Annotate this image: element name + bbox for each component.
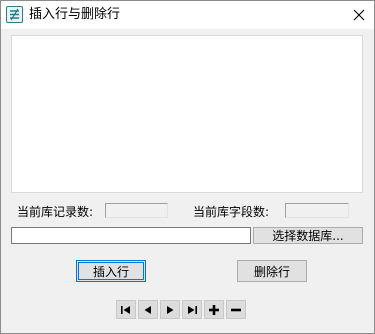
select-database-label: 选择数据库... xyxy=(272,229,344,243)
first-record-button[interactable] xyxy=(116,300,136,319)
delete-row-label: 删除行 xyxy=(253,264,290,279)
last-record-button[interactable] xyxy=(182,300,202,319)
window-title: 插入行与删除行 xyxy=(29,7,121,22)
insert-record-icon xyxy=(209,304,219,315)
close-icon xyxy=(353,9,365,21)
data-grid[interactable] xyxy=(11,35,363,193)
record-count-value xyxy=(105,203,168,218)
close-button[interactable] xyxy=(344,1,374,29)
last-record-icon xyxy=(188,305,197,314)
delete-record-icon xyxy=(231,308,241,311)
database-path-input[interactable] xyxy=(11,227,251,244)
delete-record-button[interactable] xyxy=(226,300,246,319)
field-count-value xyxy=(285,203,349,218)
insert-row-button[interactable]: 插入行 xyxy=(76,260,146,282)
field-count-label: 当前库字段数: xyxy=(193,205,270,219)
insert-row-label: 插入行 xyxy=(92,264,129,279)
select-database-button[interactable]: 选择数据库... xyxy=(253,227,363,244)
prior-record-icon xyxy=(144,305,151,314)
first-record-icon xyxy=(121,305,130,314)
next-record-icon xyxy=(167,305,174,314)
delete-row-button[interactable]: 删除行 xyxy=(237,260,307,282)
next-record-button[interactable] xyxy=(160,300,180,319)
insert-record-button[interactable] xyxy=(204,300,224,319)
title-bar: 插入行与删除行 xyxy=(1,1,374,29)
dialog-window: 插入行与删除行 当前库记录数: 当前库字段数: 选择数据库... 插入行 删除行 xyxy=(0,0,375,334)
app-icon xyxy=(6,6,23,23)
prior-record-button[interactable] xyxy=(138,300,158,319)
record-count-label: 当前库记录数: xyxy=(17,205,94,219)
